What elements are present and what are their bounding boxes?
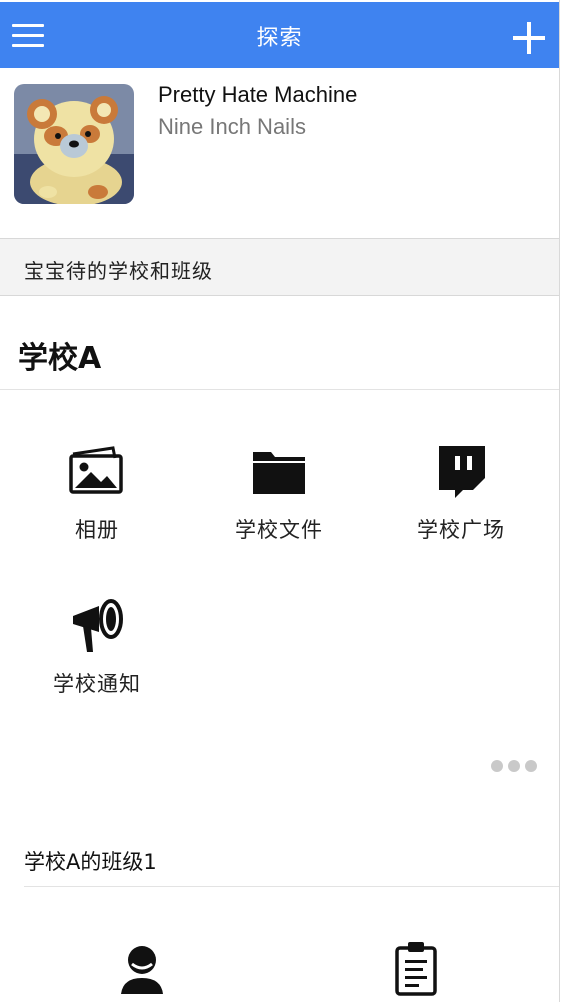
feature-school-files[interactable]: 学校文件: [199, 440, 359, 550]
page-title: 探索: [256, 26, 303, 51]
feature-label: 学校广场: [417, 518, 505, 542]
feature-label: 学校通知: [53, 672, 141, 696]
divider: [24, 886, 559, 887]
add-icon[interactable]: [513, 22, 545, 54]
feature-school-notice[interactable]: 学校通知: [17, 594, 177, 704]
feature-label: 相册: [75, 518, 119, 542]
class-title: 学校A的班级1: [24, 850, 157, 874]
now-playing-card[interactable]: Pretty Hate Machine Nine Inch Nails: [0, 68, 559, 239]
feature-label: 学校文件: [235, 518, 323, 542]
school-name: 学校A: [18, 341, 102, 376]
top-navigation-bar: 探索: [0, 2, 559, 68]
album-cover: [14, 84, 134, 204]
clipboard-icon: [394, 940, 438, 1000]
app-screen: 探索 Pretty Hate Machine Nine Inch Nails 宝…: [0, 0, 560, 1002]
photo-album-icon: [69, 446, 125, 500]
section-header-label: 宝宝待的学校和班级: [24, 259, 213, 283]
section-header: 宝宝待的学校和班级: [0, 238, 559, 296]
track-artist: Nine Inch Nails: [158, 114, 306, 139]
feature-photo-album[interactable]: 相册: [17, 440, 177, 550]
more-options-icon[interactable]: [491, 760, 539, 772]
feature-school-plaza[interactable]: 学校广场: [381, 440, 541, 550]
user-icon: [117, 944, 167, 998]
class-tasks-button[interactable]: [336, 940, 496, 1002]
track-title: Pretty Hate Machine: [158, 82, 358, 107]
divider: [0, 389, 559, 390]
folder-icon: [251, 448, 307, 500]
chat-bubble-icon: [435, 444, 487, 502]
megaphone-icon: [69, 598, 125, 658]
class-members-button[interactable]: [62, 940, 222, 1002]
